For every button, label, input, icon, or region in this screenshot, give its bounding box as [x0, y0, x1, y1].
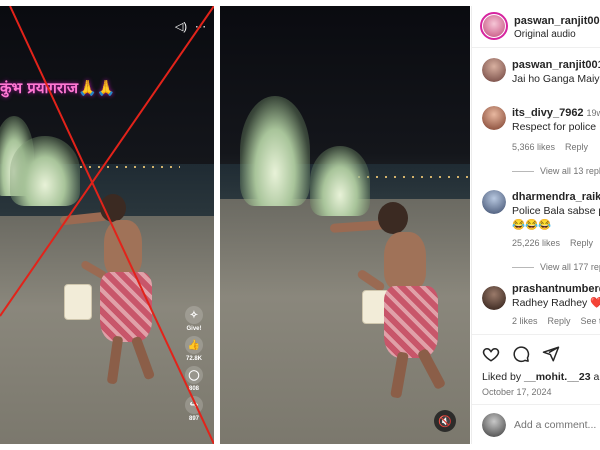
- comparison-image: कुंभ प्रयागराज🙏🙏 ◁) ⋯ ✧ Give! 👍 72.8K ◯ …: [0, 0, 600, 450]
- share-button[interactable]: ↪ 897: [185, 396, 203, 422]
- comment-username[interactable]: paswan_ranjit001: [512, 59, 600, 71]
- boy-figure: [59, 186, 180, 396]
- like-count: 72.8K: [185, 356, 202, 362]
- give-button[interactable]: ✧ Give!: [185, 306, 203, 332]
- more-dots-icon[interactable]: ⋯: [195, 20, 206, 33]
- comment-emoji-line: 😂😂😂: [512, 219, 552, 231]
- comment-text: Radhey Radhey ❤️: [512, 297, 600, 309]
- muted-speaker-icon: 🔇: [438, 415, 452, 428]
- give-icon: ✧: [185, 306, 203, 324]
- reply-button[interactable]: Reply: [565, 142, 588, 152]
- comment-username[interactable]: dharmendra_raikwa: [512, 191, 600, 203]
- give-label: Give!: [186, 326, 202, 332]
- liked-by-text: Liked by __mohit.__23 and: [482, 371, 600, 383]
- comment-likes[interactable]: 2 likes: [512, 316, 538, 326]
- comment-likes[interactable]: 25,226 likes: [512, 238, 560, 248]
- comment-username[interactable]: its_divy_7962: [512, 107, 584, 119]
- commenter-avatar[interactable]: [482, 190, 506, 214]
- video-top-controls: ◁) ⋯: [175, 20, 206, 33]
- comment-item: prashantnumberda Radhey Radhey ❤️ 2 like…: [472, 282, 600, 332]
- comment-button[interactable]: ◯ 808: [185, 366, 203, 392]
- view-replies-button[interactable]: View all 13 replies: [512, 166, 600, 176]
- add-comment-input[interactable]: Add a comment...: [514, 419, 596, 431]
- share-count: 897: [188, 416, 199, 422]
- audio-label[interactable]: Original audio: [514, 29, 576, 40]
- comment-username[interactable]: prashantnumberda: [512, 283, 600, 295]
- caption-comment: paswan_ranjit001 1 Jai ho Ganga Maiya: [472, 52, 600, 92]
- comment-item: dharmendra_raikwa Police Bala sabse pa 😂…: [472, 184, 600, 276]
- see-translation-button[interactable]: See tra: [581, 316, 600, 326]
- liked-by-user[interactable]: __mohit.__23: [524, 371, 591, 383]
- reply-button[interactable]: Reply: [548, 316, 571, 326]
- boy-figure: [329, 202, 470, 412]
- add-comment-bar: Add a comment...: [472, 404, 600, 444]
- comment-icon: ◯: [185, 366, 203, 384]
- author-username[interactable]: paswan_ranjit001: [514, 15, 600, 27]
- instagram-post-sidebar: paswan_ranjit001 Original audio paswan_r…: [471, 6, 600, 444]
- commenter-avatar[interactable]: [482, 58, 506, 82]
- post-header: paswan_ranjit001 Original audio: [472, 6, 600, 48]
- comment-age: 19w: [586, 108, 600, 118]
- post-date[interactable]: October 17, 2024: [482, 387, 552, 397]
- comment-count: 808: [188, 386, 199, 392]
- view-replies-button[interactable]: View all 177 replies: [512, 262, 600, 272]
- commenter-avatar[interactable]: [482, 286, 506, 310]
- comment-icon[interactable]: [512, 345, 530, 363]
- share-icon: ↪: [185, 396, 203, 414]
- reply-button[interactable]: Reply: [570, 238, 593, 248]
- like-button[interactable]: 👍 72.8K: [185, 336, 203, 362]
- post-actions: Liked by __mohit.__23 and October 17, 20…: [472, 334, 600, 414]
- video-caption: कुंभ प्रयागराज🙏🙏: [0, 79, 116, 97]
- heart-icon[interactable]: [482, 345, 500, 363]
- mute-button[interactable]: 🔇: [434, 410, 456, 432]
- reel-video-frame: 🔇: [220, 6, 470, 444]
- short-video-screenshot: कुंभ प्रयागराज🙏🙏 ◁) ⋯ ✧ Give! 👍 72.8K ◯ …: [0, 6, 214, 444]
- comment-item: its_divy_7962 19w Respect for police 😢 5…: [472, 100, 600, 178]
- author-avatar[interactable]: [480, 12, 508, 40]
- comment-likes[interactable]: 5,366 likes: [512, 142, 555, 152]
- current-user-avatar: [482, 413, 506, 437]
- video-side-actions: ✧ Give! 👍 72.8K ◯ 808 ↪ 897: [180, 306, 208, 422]
- comment-text: Police Bala sabse pa: [512, 205, 600, 217]
- comment-text: Jai ho Ganga Maiya: [512, 73, 600, 85]
- thumbs-up-icon: 👍: [185, 336, 203, 354]
- speaker-icon[interactable]: ◁): [175, 20, 187, 33]
- commenter-avatar[interactable]: [482, 106, 506, 130]
- comment-text: Respect for police 😢: [512, 121, 600, 133]
- send-icon[interactable]: [542, 345, 560, 363]
